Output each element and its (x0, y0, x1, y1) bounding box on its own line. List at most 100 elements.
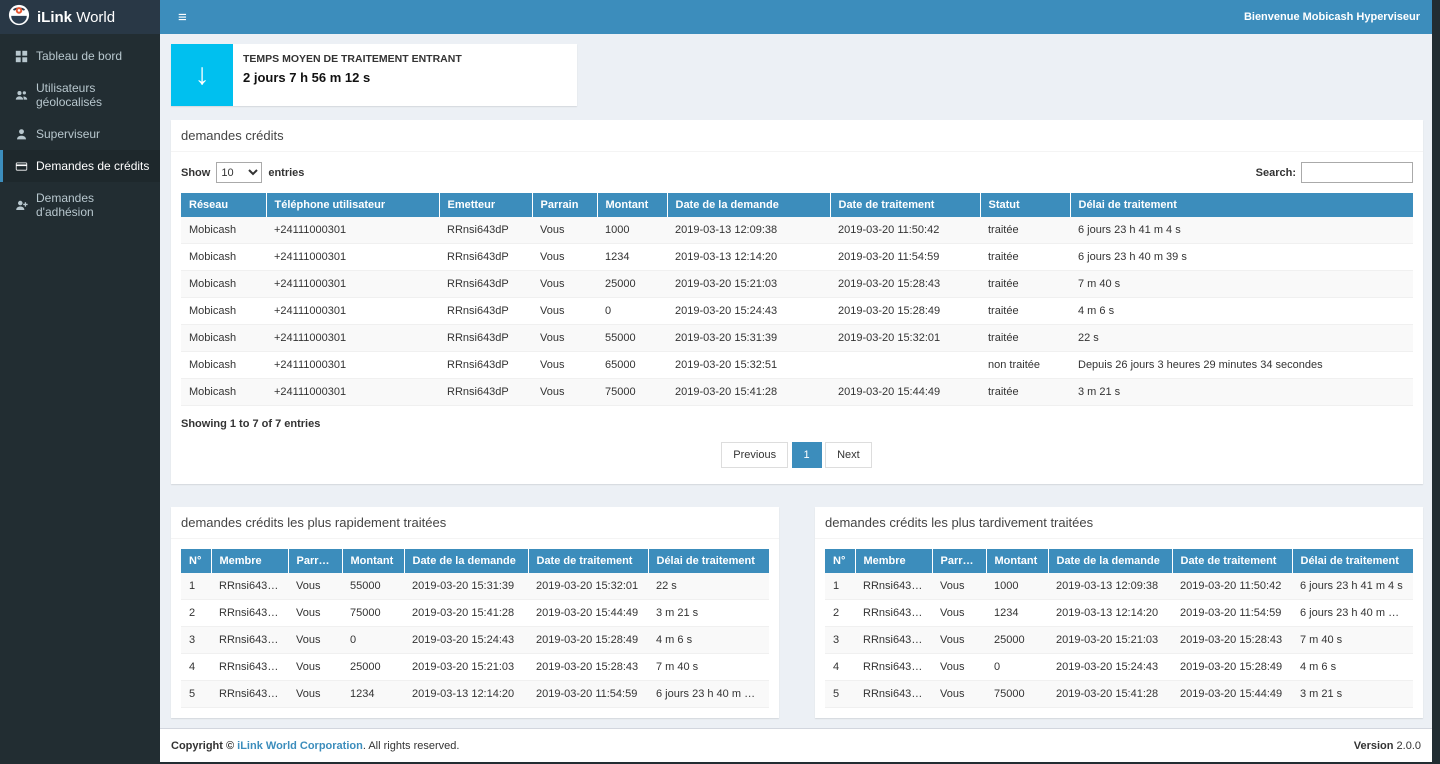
table-cell: Depuis 26 jours 3 heures 29 minutes 34 s… (1070, 352, 1413, 379)
fastest-processed-table: N°MembreParrainMontantDate de la demande… (181, 549, 769, 708)
table-cell: Vous (532, 298, 597, 325)
table-cell: +24111000301 (266, 217, 439, 244)
table-row: Mobicash+24111000301RRnsi643dPVous02019-… (181, 298, 1413, 325)
table-cell: Vous (532, 271, 597, 298)
table-cell: 2019-03-20 11:50:42 (830, 217, 980, 244)
brand-logo[interactable]: iLink World (0, 0, 160, 34)
column-header: Parrain (932, 549, 986, 573)
table-cell: 75000 (342, 600, 404, 627)
table-cell: RRnsi643dP (855, 627, 932, 654)
table-cell: 2019-03-20 11:50:42 (1172, 573, 1292, 600)
table-cell: RRnsi643dP (439, 352, 532, 379)
table-info: Showing 1 to 7 of 7 entries (181, 418, 1413, 430)
column-header: Délai de traitement (648, 549, 769, 573)
sidebar-item-label: Tableau de bord (36, 49, 122, 63)
avg-processing-time-widget: ↓ TEMPS MOYEN DE TRAITEMENT ENTRANT 2 jo… (171, 44, 577, 106)
table-cell: Vous (532, 217, 597, 244)
table-cell: 6 jours 23 h 40 m 39 s (1070, 244, 1413, 271)
table-row: Mobicash+24111000301RRnsi643dPVous123420… (181, 244, 1413, 271)
table-cell: 55000 (597, 325, 667, 352)
pagination-page-1-button[interactable]: 1 (792, 442, 822, 468)
column-header[interactable]: Parrain (532, 193, 597, 217)
table-row: Mobicash+24111000301RRnsi643dPVous250002… (181, 271, 1413, 298)
sidebar-item-dashboard[interactable]: Tableau de bord (0, 40, 160, 72)
table-cell: RRnsi643dP (439, 244, 532, 271)
slowest-processed-panel: demandes crédits les plus tardivement tr… (815, 507, 1423, 718)
credit-requests-panel: demandes crédits Show 10 entries Search: (171, 120, 1423, 484)
table-cell: +24111000301 (266, 379, 439, 406)
table-row: 2RRnsi643dPVous750002019-03-20 15:41:282… (181, 600, 769, 627)
sidebar: Tableau de bord Utilisateurs géolocalisés… (0, 34, 160, 762)
table-cell: Vous (288, 654, 342, 681)
table-cell: 2019-03-20 15:21:03 (667, 271, 830, 298)
panel-title: demandes crédits les plus tardivement tr… (815, 507, 1423, 539)
sidebar-toggle-hamburger-icon[interactable]: ≡ (172, 7, 193, 28)
table-cell: 2019-03-20 15:44:49 (830, 379, 980, 406)
table-cell: 2019-03-20 15:24:43 (667, 298, 830, 325)
table-cell: Mobicash (181, 379, 266, 406)
table-header-row: N°MembreParrainMontantDate de la demande… (181, 549, 769, 573)
table-row: Mobicash+24111000301RRnsi643dPVous650002… (181, 352, 1413, 379)
table-cell: 7 m 40 s (1292, 627, 1413, 654)
app-window: iLink World ≡ Bienvenue Mobicash Hypervi… (0, 0, 1432, 762)
panel-title: demandes crédits (171, 120, 1423, 152)
sidebar-item-geolocated-users[interactable]: Utilisateurs géolocalisés (0, 72, 160, 118)
user-welcome-link[interactable]: Bienvenue Mobicash Hyperviseur (1244, 11, 1420, 23)
column-header[interactable]: Emetteur (439, 193, 532, 217)
table-cell: 1234 (342, 681, 404, 708)
entries-label: entries (268, 167, 304, 179)
table-cell: traitée (980, 271, 1070, 298)
table-cell: RRnsi643dP (439, 271, 532, 298)
column-header[interactable]: Délai de traitement (1070, 193, 1413, 217)
table-cell: Vous (288, 681, 342, 708)
column-header: N° (181, 549, 211, 573)
table-row: 3RRnsi643dPVous02019-03-20 15:24:432019-… (181, 627, 769, 654)
table-row: 5RRnsi643dPVous12342019-03-13 12:14:2020… (181, 681, 769, 708)
table-cell: Vous (288, 600, 342, 627)
sidebar-item-label: Demandes d'adhésion (36, 191, 152, 219)
column-header: Date de traitement (528, 549, 648, 573)
column-header: Délai de traitement (1292, 549, 1413, 573)
table-cell: Vous (932, 681, 986, 708)
column-header: N° (825, 549, 855, 573)
widget-value: 2 jours 7 h 56 m 12 s (243, 70, 462, 85)
sidebar-item-supervisor[interactable]: Superviseur (0, 118, 160, 150)
column-header: Montant (986, 549, 1048, 573)
column-header[interactable]: Date de la demande (667, 193, 830, 217)
table-cell: 3 m 21 s (1292, 681, 1413, 708)
search-input[interactable] (1301, 162, 1413, 183)
panel-body: Show 10 entries Search: RéseauTéléphone … (171, 152, 1423, 484)
table-cell: traitée (980, 217, 1070, 244)
table-header-row: N°MembreParrainMontantDate de la demande… (825, 549, 1413, 573)
column-header[interactable]: Téléphone utilisateur (266, 193, 439, 217)
sidebar-item-credit-requests[interactable]: Demandes de crédits (0, 150, 160, 182)
sidebar-item-membership-requests[interactable]: Demandes d'adhésion (0, 182, 160, 228)
table-row: 4RRnsi643dPVous250002019-03-20 15:21:032… (181, 654, 769, 681)
page-length-select[interactable]: 10 (216, 162, 262, 183)
table-cell: 7 m 40 s (648, 654, 769, 681)
table-cell: 2019-03-20 15:21:03 (1048, 627, 1172, 654)
table-cell: 7 m 40 s (1070, 271, 1413, 298)
table-cell: +24111000301 (266, 325, 439, 352)
table-cell: 25000 (597, 271, 667, 298)
column-header[interactable]: Statut (980, 193, 1070, 217)
table-cell: 6 jours 23 h 41 m 4 s (1070, 217, 1413, 244)
column-header[interactable]: Date de traitement (830, 193, 980, 217)
pagination-next-button[interactable]: Next (825, 442, 872, 468)
table-cell: 6 jours 23 h 40 m 39 s (648, 681, 769, 708)
table-cell: Mobicash (181, 325, 266, 352)
table-cell: 2019-03-20 15:44:49 (1172, 681, 1292, 708)
column-header[interactable]: Réseau (181, 193, 266, 217)
company-link[interactable]: iLink World Corporation (237, 740, 363, 752)
table-cell: 2019-03-20 15:24:43 (1048, 654, 1172, 681)
pagination-previous-button[interactable]: Previous (721, 442, 788, 468)
table-cell: Mobicash (181, 244, 266, 271)
table-cell: 65000 (597, 352, 667, 379)
table-cell: 4 m 6 s (1292, 654, 1413, 681)
table-controls: Show 10 entries Search: (181, 162, 1413, 183)
table-cell: Vous (532, 244, 597, 271)
sidebar-item-label: Demandes de crédits (36, 159, 149, 173)
column-header[interactable]: Montant (597, 193, 667, 217)
table-cell: Vous (932, 654, 986, 681)
table-cell: 2019-03-13 12:14:20 (404, 681, 528, 708)
